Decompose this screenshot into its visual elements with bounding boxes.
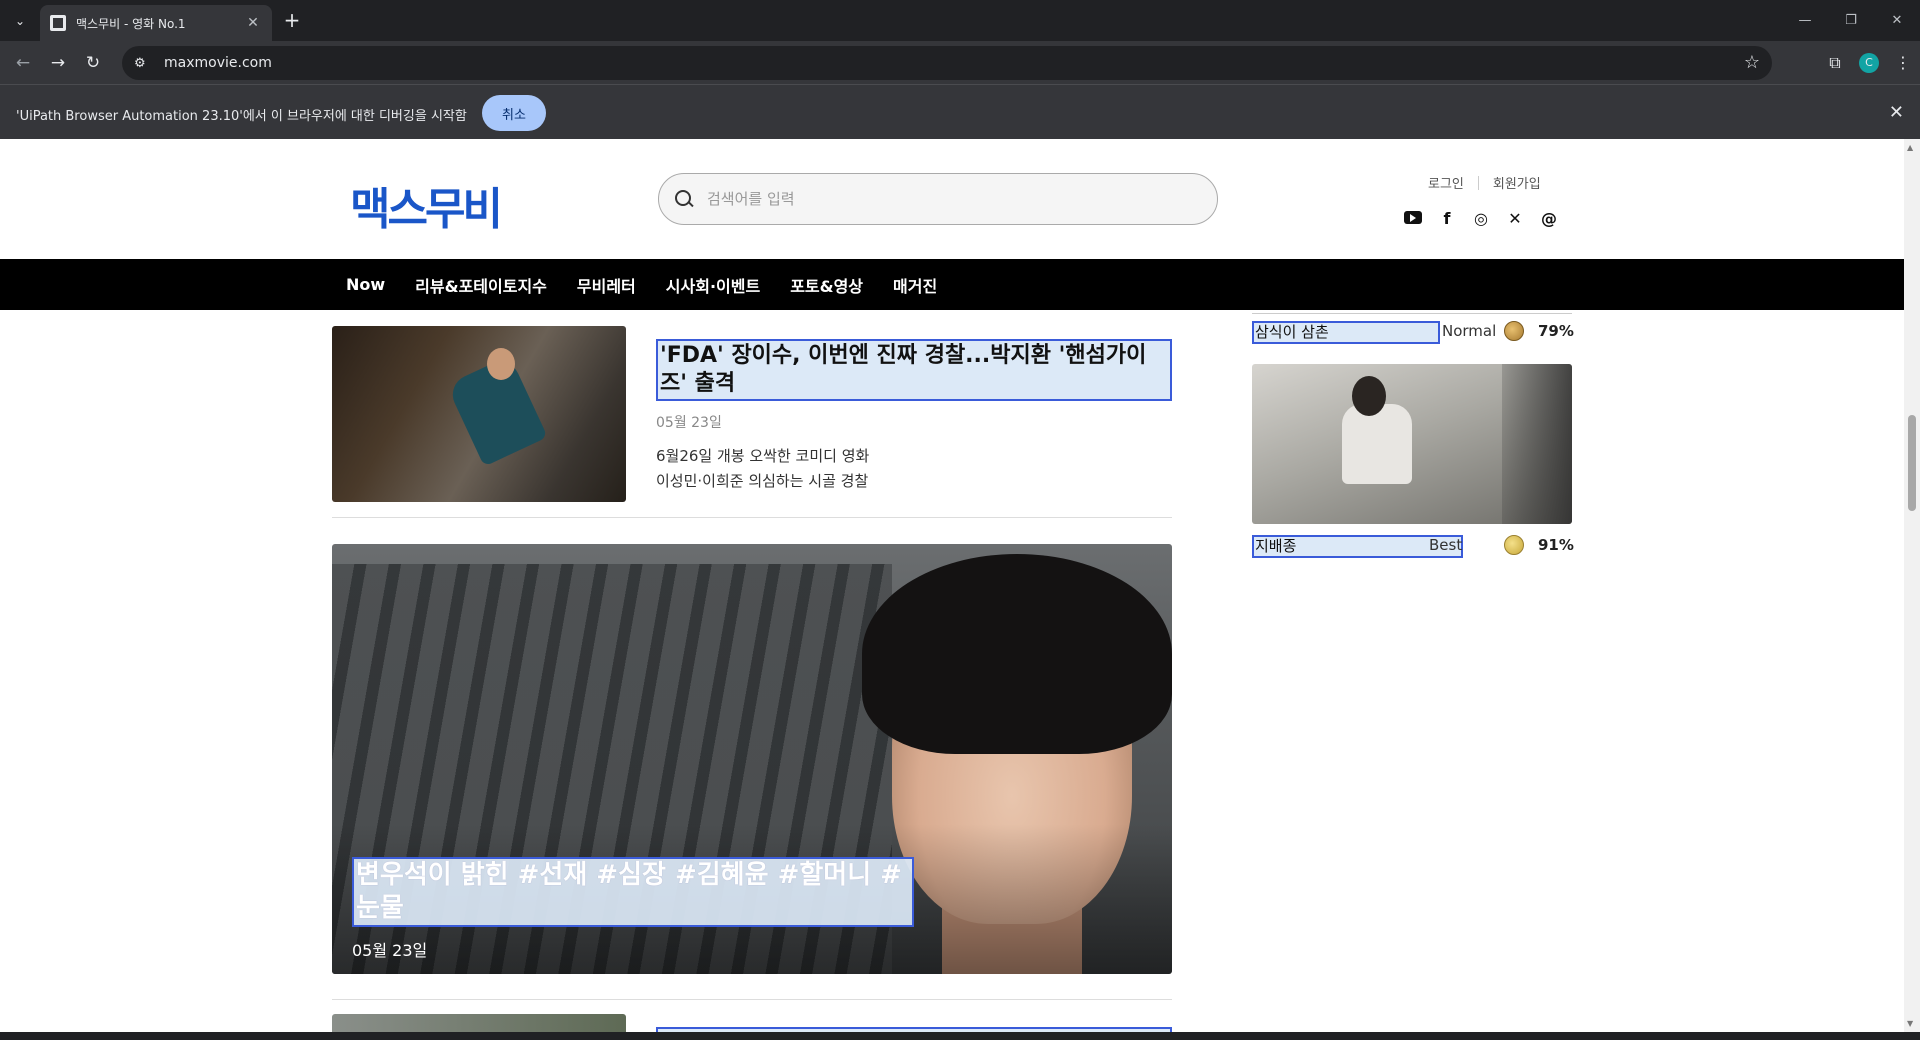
scroll-thumb[interactable] [1908,415,1916,511]
potato-percent: 91% [1538,536,1574,554]
address-bar[interactable]: ⚙ maxmovie.com ☆ [122,46,1772,80]
thumbnail-head [487,348,515,380]
window-bottom-edge [0,1032,1920,1040]
menu-kebab-icon[interactable]: ⋮ [1886,53,1920,72]
login-link[interactable]: 로그인 [1428,173,1464,192]
site-logo[interactable]: 맥스무비 [350,173,503,237]
nav-now[interactable]: Now [346,275,385,294]
thumbnail-head [1352,376,1386,416]
debug-infobar: 'UiPath Browser Automation 23.10'에서 이 브라… [0,84,1920,139]
active-tab[interactable]: 맥스무비 - 영화 No.1 ✕ [40,5,272,41]
favicon-icon [50,15,66,31]
forward-icon[interactable]: → [45,50,71,76]
reload-icon[interactable]: ↻ [80,50,106,76]
nav-photo-video[interactable]: 포토&영상 [790,273,863,297]
article-title[interactable]: 'FDA' 장이수, 이번엔 진짜 경찰...박지환 '핸섬가이즈' 출격 [656,339,1172,401]
search-icon[interactable] [675,190,693,208]
browser-toolbar: ← → ↻ ⚙ maxmovie.com ☆ ⧉ C ⋮ [0,41,1920,84]
minimize-icon[interactable]: — [1782,0,1828,41]
potato-grade: Best [1429,536,1463,554]
site-info-icon[interactable]: ⚙ [134,56,156,71]
auth-separator [1477,175,1479,190]
cancel-debug-button[interactable]: 취소 [482,95,546,131]
signup-link[interactable]: 회원가입 [1493,173,1541,192]
close-window-icon[interactable]: ✕ [1874,0,1920,41]
article-summary-line: 이성민·이희준 의심하는 시골 경찰 [656,472,869,490]
extensions-icon[interactable]: ⧉ [1818,53,1852,73]
potato-percent: 79% [1538,322,1574,340]
nav-magazine[interactable]: 매거진 [893,273,937,297]
potato-grade: Normal [1442,322,1497,340]
threads-icon[interactable]: @ [1532,207,1566,229]
main-nav: Now 리뷰&포테이토지수 무비레터 시사회·이벤트 포토&영상 매거진 [0,259,1904,310]
search-input[interactable] [707,190,1187,208]
youtube-icon[interactable] [1404,211,1422,224]
nav-review[interactable]: 리뷰&포테이토지수 [415,273,547,297]
thumbnail-figure [1342,404,1412,484]
page-viewport: 맥스무비 로그인 회원가입 f ◎ ✕ @ Now 리뷰&포테이토지수 무비레터… [0,139,1904,1032]
infobar-message: 'UiPath Browser Automation 23.10'에서 이 브라… [16,109,467,124]
divider [332,517,1172,518]
auth-links: 로그인 회원가입 [1428,173,1541,192]
nav-movieletter[interactable]: 무비레터 [577,273,636,297]
x-icon[interactable]: ✕ [1498,207,1532,229]
sidebar-item-title[interactable]: 삼식이 삼촌 [1252,321,1440,344]
facebook-icon[interactable]: f [1430,207,1464,229]
article-thumbnail[interactable] [332,1014,626,1032]
profile-avatar[interactable]: C [1859,52,1879,73]
feature-hair [862,554,1172,754]
page-scrollbar[interactable]: ▲ ▼ [1904,139,1920,1032]
nav-events[interactable]: 시사회·이벤트 [666,273,760,297]
tab-search-icon[interactable]: ⌄ [8,9,32,33]
search-box[interactable] [658,173,1218,225]
social-links: f ◎ ✕ @ [1396,207,1566,229]
sidebar-divider [1252,313,1572,314]
restore-icon[interactable]: ❐ [1828,0,1874,41]
new-tab-icon[interactable]: + [280,8,304,32]
article-date: 05월 23일 [656,415,722,431]
potato-icon [1504,321,1524,341]
url-text[interactable]: maxmovie.com [164,55,272,71]
article-summary-line: 6월26일 개봉 오싹한 코미디 영화 [656,447,870,465]
infobar-close-icon[interactable]: ✕ [1889,102,1904,123]
scroll-down-icon[interactable]: ▼ [1907,1019,1913,1028]
scroll-up-icon[interactable]: ▲ [1907,143,1913,152]
tab-title: 맥스무비 - 영화 No.1 [76,16,186,31]
divider [332,999,1172,1000]
feature-article[interactable]: 변우석이 밝힌 #선재 #심장 #김혜윤 #할머니 #눈물 05월 23일 [332,544,1172,974]
feature-title[interactable]: 변우석이 밝힌 #선재 #심장 #김혜윤 #할머니 #눈물 [352,857,914,927]
potato-icon [1504,535,1524,555]
sidebar-thumbnail[interactable] [1252,364,1572,524]
thumbnail-shadow [1502,364,1572,524]
bookmark-star-icon[interactable]: ☆ [1744,52,1760,73]
site-header: 맥스무비 로그인 회원가입 f ◎ ✕ @ [0,139,1904,259]
tab-strip: ⌄ 맥스무비 - 영화 No.1 ✕ + — ❐ ✕ [0,0,1920,41]
back-icon[interactable]: ← [10,50,36,76]
instagram-icon[interactable]: ◎ [1464,207,1498,229]
window-controls: — ❐ ✕ [1782,0,1920,41]
tab-close-icon[interactable]: ✕ [244,15,262,31]
feature-date: 05월 23일 [352,941,428,960]
article-thumbnail[interactable] [332,326,626,502]
